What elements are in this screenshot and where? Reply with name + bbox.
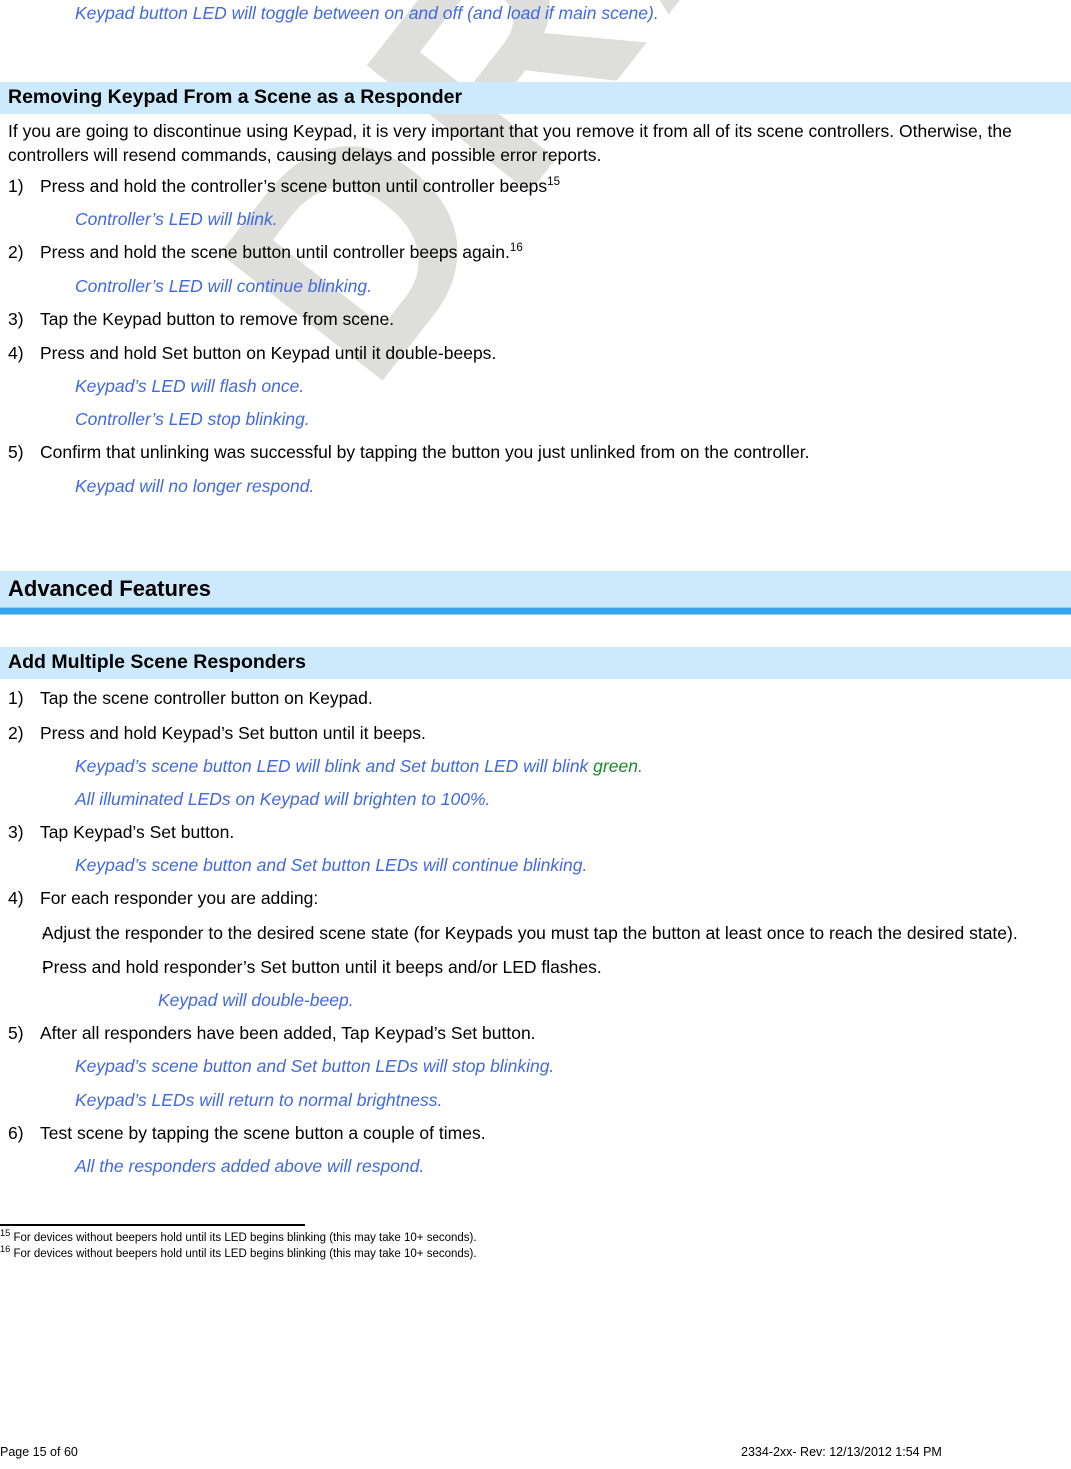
responders-steps-list: 1) Tap the scene controller button on Ke… [0, 687, 1071, 1178]
list-item: 5) Confirm that unlinking was successful… [0, 441, 1071, 464]
list-marker: 4) [8, 342, 24, 363]
list-item: 3) Tap the Keypad button to remove from … [0, 308, 1071, 331]
note-prefix: Keypad’s scene button LED will blink and… [75, 755, 594, 776]
note-keypad-double-beep: Keypad will double-beep. [158, 990, 354, 1011]
footnote-marker: 15 [0, 1228, 11, 1239]
list-text: After all responders have been added, Ta… [40, 1023, 536, 1044]
sub-list-marker: - [42, 922, 48, 943]
footnote-item: 16 For devices without beepers hold unti… [0, 1243, 1071, 1263]
list-item: 2) Press and hold Keypad’s Set button un… [0, 722, 1071, 745]
heading-removing-keypad: Removing Keypad From a Scene as a Respon… [0, 82, 1071, 115]
sub-list-text: Press and hold responder’s Set button un… [42, 956, 602, 977]
note-scene-set-blink-green: Keypad’s scene button LED will blink and… [0, 755, 1071, 778]
list-marker: 3) [8, 308, 24, 329]
list-text: Test scene by tapping the scene button a… [40, 1122, 486, 1143]
note-keypad-flash-once: Keypad’s LED will flash once. [75, 376, 305, 397]
list-marker: 2) [8, 242, 24, 263]
note-leds-normal-brightness: Keypad’s LEDs will return to normal brig… [75, 1089, 443, 1110]
page-footer: Page 15 of 60 2334-2xx- Rev: 12/13/2012 … [0, 1444, 1071, 1461]
list-marker: 5) [8, 442, 24, 463]
list-marker: 5) [8, 1023, 24, 1044]
heading-add-multiple-responders: Add Multiple Scene Responders [0, 646, 1071, 680]
note-keypad-no-respond: Keypad will no longer respond. [75, 475, 315, 496]
top-note: Keypad button LED will toggle between on… [75, 3, 659, 23]
footnote-text: For devices without beepers hold until i… [13, 1247, 477, 1260]
footer-revision: 2334-2xx- Rev: 12/13/2012 1:54 PM [741, 1445, 942, 1460]
footnote-marker: 16 [0, 1243, 11, 1254]
note-all-responders-respond: All the responders added above will resp… [75, 1155, 425, 1176]
list-text-body: Press and hold the scene button until co… [40, 242, 510, 263]
heading-accent-rule [0, 606, 1071, 615]
list-item: 4) Press and hold Set button on Keypad u… [0, 342, 1071, 365]
list-marker: 2) [8, 722, 24, 743]
list-marker: 4) [8, 888, 24, 909]
list-marker: 3) [8, 821, 24, 842]
list-item: 5) After all responders have been added,… [0, 1022, 1071, 1045]
list-item: 2) Press and hold the scene button until… [0, 241, 1071, 264]
list-item: 1) Tap the scene controller button on Ke… [0, 687, 1071, 710]
removing-steps-list: 1) Press and hold the controller’s scene… [0, 175, 1071, 498]
list-text: Press and hold the scene button until co… [40, 241, 1071, 264]
sub-list-text: Adjust the responder to the desired scen… [42, 922, 1018, 943]
note-leds-brighten: All illuminated LEDs on Keypad will brig… [75, 788, 491, 809]
list-marker: 1) [8, 688, 24, 709]
note-controller-led-continue: Controller’s LED will continue blinking. [75, 275, 372, 296]
footnote-text: For devices without beepers hold until i… [13, 1232, 477, 1245]
list-marker: 1) [8, 175, 24, 196]
sub-list-item: - Adjust the responder to the desired sc… [0, 922, 1071, 945]
intro-paragraph: If you are going to discontinue using Ke… [8, 121, 1012, 165]
note-leds-continue-blinking: Keypad’s scene button and Set button LED… [75, 855, 588, 876]
note-leds-stop-blinking: Keypad’s scene button and Set button LED… [75, 1056, 555, 1077]
list-item: 1) Press and hold the controller’s scene… [0, 175, 1071, 198]
note-green-word: green [593, 755, 638, 776]
sub-list-item: - Press and hold responder’s Set button … [0, 956, 1071, 979]
list-text: Confirm that unlinking was successful by… [40, 442, 810, 463]
document-page: DRAFT Keypad button LED will toggle betw… [0, 0, 1071, 1469]
footnote-ref: 16 [509, 242, 523, 255]
footer-page-number: Page 15 of 60 [0, 1445, 78, 1460]
heading-advanced-features: Advanced Features [0, 570, 1071, 607]
list-item: 3) Tap Keypad’s Set button. [0, 821, 1071, 844]
page-content: Keypad button LED will toggle between on… [0, 0, 1071, 1262]
footnote-item: 15 For devices without beepers hold unti… [0, 1228, 1071, 1247]
list-text: Press and hold Keypad’s Set button until… [40, 722, 426, 743]
list-item: 4) For each responder you are adding: [0, 887, 1071, 910]
list-text: For each responder you are adding: [40, 888, 319, 909]
note-suffix: . [637, 755, 643, 776]
list-item: 6) Test scene by tapping the scene butto… [0, 1122, 1071, 1145]
sub-list-marker: - [42, 956, 48, 977]
list-text: Press and hold Set button on Keypad unti… [40, 342, 497, 363]
footnote-ref: 15 [547, 176, 561, 189]
note-controller-led-blink: Controller’s LED will blink. [75, 209, 278, 230]
list-text: Tap Keypad’s Set button. [40, 821, 235, 842]
note-controller-stop-blinking: Controller’s LED stop blinking. [75, 409, 310, 430]
list-text: Tap the scene controller button on Keypa… [40, 688, 373, 709]
list-text: Press and hold the controller’s scene bu… [40, 175, 1071, 198]
list-text: Tap the Keypad button to remove from sce… [40, 308, 395, 329]
list-text-body: Press and hold the controller’s scene bu… [40, 175, 548, 196]
list-marker: 6) [8, 1122, 24, 1143]
